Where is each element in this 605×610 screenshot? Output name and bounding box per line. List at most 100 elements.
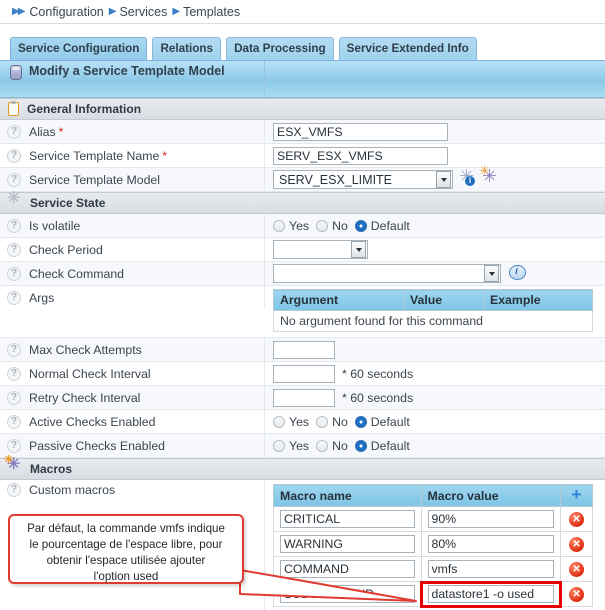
help-icon[interactable]: ?: [7, 343, 21, 357]
breadcrumb-item-templates[interactable]: Templates: [183, 5, 240, 19]
passive-checks-radio-no[interactable]: No: [316, 439, 348, 453]
label-max-check-attempts-text: Max Check Attempts: [29, 343, 142, 357]
radio-label: Default: [371, 415, 410, 429]
delete-icon[interactable]: ✕: [569, 537, 584, 552]
macro-name-input[interactable]: [280, 535, 415, 553]
help-icon[interactable]: ?: [7, 483, 21, 497]
row-alias: ? Alias *: [0, 120, 605, 144]
radio-label: Default: [371, 219, 410, 233]
is-volatile-radio-default[interactable]: Default: [355, 219, 410, 233]
gear-info-icon[interactable]: [460, 172, 476, 188]
help-icon[interactable]: ?: [7, 439, 21, 453]
gear-purple-icon: [8, 462, 22, 476]
breadcrumb-item-configuration[interactable]: Configuration: [29, 5, 103, 19]
label-passive-checks-enabled: ? Passive Checks Enabled: [0, 434, 265, 457]
help-icon[interactable]: ?: [7, 267, 21, 281]
plus-icon[interactable]: +: [572, 488, 582, 501]
macros-col-add: +: [561, 485, 593, 507]
label-normal-check-interval: ? Normal Check Interval: [0, 362, 265, 385]
label-retry-check-interval: ? Retry Check Interval: [0, 386, 265, 409]
section-general-information-label: General Information: [27, 102, 141, 116]
macro-value-input[interactable]: [428, 560, 555, 578]
label-check-command: ? Check Command: [0, 262, 265, 285]
chevron-down-icon[interactable]: [484, 265, 499, 282]
args-col-example: Example: [484, 290, 593, 311]
panel-title-filler: [265, 61, 605, 97]
macro-name-cell: [274, 557, 422, 582]
panel-title-text: Modify a Service Template Model: [29, 63, 225, 80]
label-retry-check-interval-text: Retry Check Interval: [29, 391, 140, 405]
chevron-down-icon[interactable]: [351, 241, 366, 258]
table-row: ✕: [274, 532, 593, 557]
help-icon[interactable]: ?: [7, 415, 21, 429]
tab-data-processing[interactable]: Data Processing: [226, 37, 334, 60]
label-alias: ? Alias *: [0, 120, 265, 143]
help-icon[interactable]: ?: [7, 243, 21, 257]
is-volatile-radio-yes[interactable]: Yes: [273, 219, 309, 233]
gear-icon: [8, 196, 22, 210]
macro-value-input[interactable]: [428, 510, 555, 528]
radio-label: No: [332, 219, 348, 233]
breadcrumb: ▶▶ Configuration ▶ Services ▶ Templates: [0, 0, 605, 24]
macro-value-input[interactable]: [428, 585, 555, 603]
radio-label: Yes: [289, 415, 309, 429]
tab-service-extended-info[interactable]: Service Extended Info: [339, 37, 477, 60]
chevron-down-icon[interactable]: [436, 171, 451, 188]
macro-name-input[interactable]: [280, 560, 415, 578]
active-checks-radio-group: Yes No Default: [273, 415, 417, 429]
label-check-period-text: Check Period: [29, 243, 103, 257]
help-icon[interactable]: ?: [7, 367, 21, 381]
help-icon[interactable]: ?: [7, 291, 21, 305]
tab-service-configuration[interactable]: Service Configuration: [10, 37, 147, 60]
max-check-attempts-input[interactable]: [273, 341, 335, 359]
passive-checks-radio-default[interactable]: Default: [355, 439, 410, 453]
value-normal-check-interval: * 60 seconds: [265, 362, 605, 385]
passive-checks-radio-yes[interactable]: Yes: [273, 439, 309, 453]
macros-table: Macro name Macro value + ✕ ✕: [273, 484, 593, 607]
help-icon[interactable]: ?: [7, 219, 21, 233]
macro-name-input[interactable]: [280, 510, 415, 528]
row-is-volatile: ? Is volatile Yes No Default: [0, 214, 605, 238]
is-volatile-radio-no[interactable]: No: [316, 219, 348, 233]
check-command-select[interactable]: [273, 264, 501, 283]
info-icon[interactable]: [509, 265, 525, 282]
value-active-checks-enabled: Yes No Default: [265, 410, 605, 433]
active-checks-radio-default[interactable]: Default: [355, 415, 410, 429]
help-icon[interactable]: ?: [7, 391, 21, 405]
macro-name-input[interactable]: [280, 585, 415, 603]
gear-orange-icon[interactable]: [483, 172, 499, 188]
label-check-period: ? Check Period: [0, 238, 265, 261]
active-checks-radio-no[interactable]: No: [316, 415, 348, 429]
is-volatile-radio-group: Yes No Default: [273, 219, 417, 233]
normal-check-interval-input[interactable]: [273, 365, 335, 383]
macro-value-input[interactable]: [428, 535, 555, 553]
database-icon: [10, 65, 22, 80]
row-service-template-name: ? Service Template Name *: [0, 144, 605, 168]
alias-input[interactable]: [273, 123, 448, 141]
delete-icon[interactable]: ✕: [569, 512, 584, 527]
args-table-empty-row: No argument found for this command: [274, 311, 593, 332]
value-is-volatile: Yes No Default: [265, 214, 605, 237]
help-icon[interactable]: ?: [7, 149, 21, 163]
breadcrumb-item-services[interactable]: Services: [119, 5, 167, 19]
tab-relations[interactable]: Relations: [152, 37, 221, 60]
service-template-name-input[interactable]: [273, 147, 448, 165]
macro-delete-cell: ✕: [561, 557, 593, 582]
active-checks-radio-yes[interactable]: Yes: [273, 415, 309, 429]
help-icon[interactable]: ?: [7, 125, 21, 139]
macro-delete-cell: ✕: [561, 507, 593, 532]
value-max-check-attempts: [265, 338, 605, 361]
service-template-page: ▶▶ Configuration ▶ Services ▶ Templates …: [0, 0, 605, 610]
label-active-checks-enabled-text: Active Checks Enabled: [29, 415, 155, 429]
table-row: ✕: [274, 557, 593, 582]
normal-check-interval-unit: * 60 seconds: [342, 367, 413, 381]
section-service-state: Service State: [0, 192, 605, 214]
delete-icon[interactable]: ✕: [569, 587, 584, 602]
service-template-model-select[interactable]: SERV_ESX_LIMITE: [273, 170, 453, 189]
check-period-select[interactable]: [273, 240, 368, 259]
help-icon[interactable]: ?: [7, 173, 21, 187]
label-normal-check-interval-text: Normal Check Interval: [29, 367, 151, 381]
delete-icon[interactable]: ✕: [569, 562, 584, 577]
retry-check-interval-input[interactable]: [273, 389, 335, 407]
radio-label: No: [332, 439, 348, 453]
